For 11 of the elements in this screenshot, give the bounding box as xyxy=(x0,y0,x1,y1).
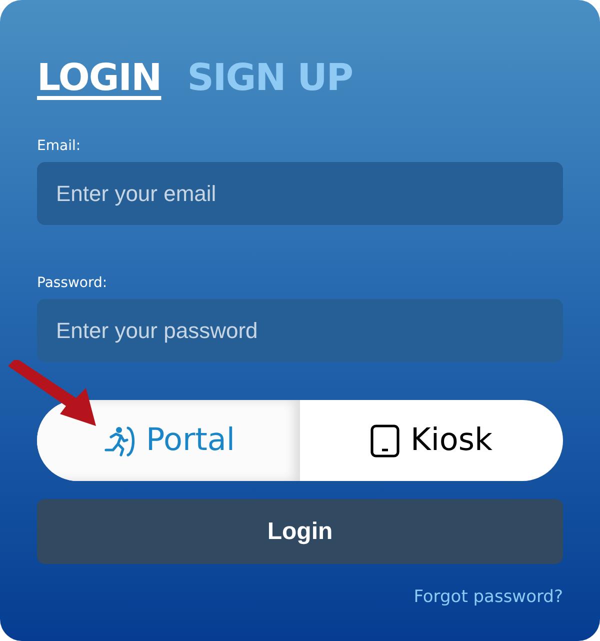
field-label: Password: xyxy=(37,275,108,292)
input-field[interactable]: Enter your password xyxy=(37,299,563,362)
tab[interactable]: LOGIN xyxy=(37,59,162,96)
input-field[interactable]: Enter your email xyxy=(37,162,563,225)
tablet-icon xyxy=(370,424,400,458)
mode-option[interactable]: Kiosk xyxy=(300,400,563,481)
login-button[interactable]: Login xyxy=(37,499,563,564)
running-figure-icon xyxy=(102,424,136,458)
mode-option[interactable]: Portal xyxy=(37,400,300,481)
field-label: Email: xyxy=(37,138,82,155)
forgot-password-link[interactable]: Forgot password? xyxy=(414,585,563,610)
